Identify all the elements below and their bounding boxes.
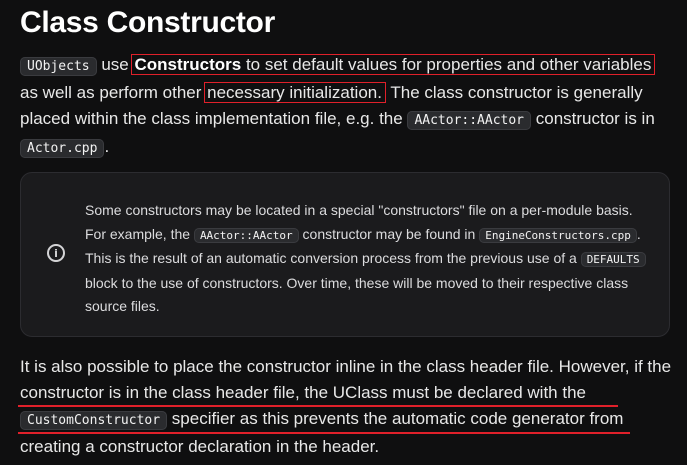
highlight-box-constructors: Constructors to set default values for p… <box>131 54 656 75</box>
text: It is also possible to place the constru… <box>20 357 672 402</box>
page-title: Class Constructor <box>20 6 275 39</box>
note-text: Some constructors may be located in a sp… <box>85 199 655 319</box>
info-circle-icon: i <box>47 244 65 262</box>
note-callout: i Some constructors may be located in a … <box>20 172 670 337</box>
code-defaults: DEFAULTS <box>580 252 646 267</box>
code-engine-constructors: EngineConstructors.cpp <box>479 227 637 243</box>
page: Class Constructor UObjects use Construct… <box>0 0 687 465</box>
code-custom-constructor: CustomConstructor <box>20 411 168 430</box>
red-underline-annotation <box>18 405 618 407</box>
text: use <box>96 55 134 74</box>
code-aactor: AActor::AActor <box>193 227 299 243</box>
inline-paragraph: It is also possible to place the constru… <box>20 354 675 460</box>
highlight-box-initialization: necessary initialization. <box>204 82 386 103</box>
red-underline-annotation <box>18 432 630 434</box>
code-uobjects: UObjects <box>20 57 97 76</box>
text: constructor is in <box>531 109 655 128</box>
code-aactor: AActor::AActor <box>407 111 532 130</box>
constructors-link[interactable]: Constructors <box>134 55 241 74</box>
text: as well as perform other <box>20 83 207 102</box>
intro-paragraph: UObjects use Constructors to set default… <box>20 52 675 162</box>
code-actor-cpp: Actor.cpp <box>20 139 105 158</box>
text: constructor may be found in <box>298 225 480 242</box>
text: block to the use of constructors. Over t… <box>85 274 629 315</box>
text: . <box>104 137 110 156</box>
text: to set default values for properties and… <box>241 55 652 74</box>
